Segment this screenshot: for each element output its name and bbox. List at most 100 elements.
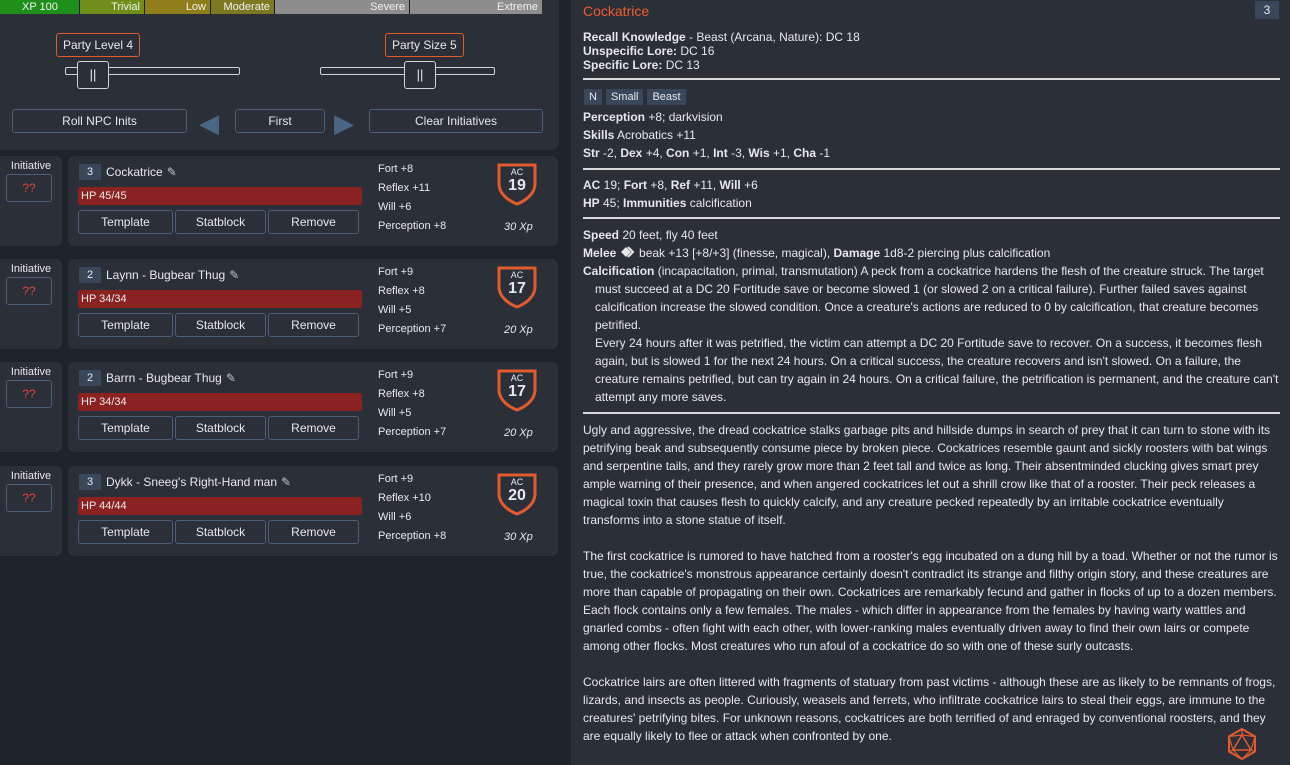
first-button[interactable]: First <box>235 109 325 133</box>
fort-save: Fort +9 <box>378 266 414 278</box>
encounter-column: XP 100 Trivial Low Moderate Severe Extre… <box>0 0 560 765</box>
statblock-title: Cockatrice <box>583 3 650 19</box>
action-icon <box>620 246 635 258</box>
will-save: Will +6 <box>378 201 412 213</box>
shield-icon: AC 19 <box>497 163 537 206</box>
combatant-name: Dykk - Sneeg's Right-Hand man ✎ <box>106 475 292 489</box>
arrow-left-icon[interactable]: ◀ <box>199 110 219 136</box>
combatant-name: Cockatrice ✎ <box>106 165 177 179</box>
extreme-segment: Extreme <box>410 0 542 14</box>
level-badge: 2 <box>79 370 101 386</box>
perception-skills-section: Perception +8; darkvision Skills Acrobat… <box>583 108 1283 162</box>
ac-value: 19 <box>508 177 526 194</box>
ac-value: 17 <box>508 280 526 297</box>
fort-save: Fort +9 <box>378 369 414 381</box>
hp-bar[interactable]: HP 34/34 <box>78 393 362 411</box>
statblock-button[interactable]: Statblock <box>175 520 266 544</box>
lore-paragraph: Ugly and aggressive, the dread cockatric… <box>583 423 1271 527</box>
fort-save: Fort +8 <box>378 163 414 175</box>
remove-button[interactable]: Remove <box>268 313 359 337</box>
trait-alignment: N <box>584 89 602 105</box>
reflex-save: Reflex +10 <box>378 492 431 504</box>
defense-section: AC 19; Fort +8, Ref +11, Will +6 HP 45; … <box>583 178 758 210</box>
xp-total-segment: XP 100 <box>0 0 80 14</box>
remove-button[interactable]: Remove <box>268 210 359 234</box>
trivial-segment: Trivial <box>80 0 145 14</box>
statblock-panel: Cockatrice 3 Recall Knowledge - Beast (A… <box>571 0 1290 765</box>
fort-save: Fort +9 <box>378 473 414 485</box>
statblock-button[interactable]: Statblock <box>175 313 266 337</box>
initiative-input[interactable]: ?? <box>6 174 52 202</box>
saves-list: Fort +9 Reflex +8 Will +5 Perception +7 <box>378 263 446 339</box>
hp-bar[interactable]: HP 34/34 <box>78 290 362 308</box>
template-button[interactable]: Template <box>78 210 173 234</box>
perception-stat: Perception +8 <box>378 220 447 232</box>
pencil-icon[interactable]: ✎ <box>281 475 291 489</box>
will-save: Will +6 <box>378 511 412 523</box>
ac-label: AC <box>511 167 524 177</box>
initiative-input[interactable]: ?? <box>6 277 52 305</box>
offense-section: Speed 20 feet, fly 40 feet Melee beak +1… <box>583 228 1279 404</box>
will-save: Will +5 <box>378 304 412 316</box>
statblock-button[interactable]: Statblock <box>175 416 266 440</box>
pencil-icon[interactable]: ✎ <box>226 371 236 385</box>
divider <box>583 412 1280 414</box>
party-size-label: Party Size 5 <box>385 33 464 57</box>
initiative-label: Initiative <box>10 470 52 482</box>
party-size-slider-handle[interactable]: || <box>404 61 436 89</box>
xp-value: 30 Xp <box>504 221 533 233</box>
initiative-panel: Initiative ?? <box>0 156 62 246</box>
initiative-input[interactable]: ?? <box>6 380 52 408</box>
pencil-icon[interactable]: ✎ <box>229 268 239 282</box>
ac-value: 17 <box>508 383 526 400</box>
roll-npc-inits-button[interactable]: Roll NPC Inits <box>12 109 187 133</box>
shield-icon: AC 17 <box>497 369 537 412</box>
initiative-label: Initiative <box>10 263 52 275</box>
divider <box>583 217 1280 219</box>
initiative-panel: Initiative ?? <box>0 466 62 556</box>
initiative-input[interactable]: ?? <box>6 484 52 512</box>
saves-list: Fort +8 Reflex +11 Will +6 Perception +8 <box>378 160 446 236</box>
divider <box>583 168 1280 170</box>
level-badge: 3 <box>79 164 101 180</box>
statblock-button[interactable]: Statblock <box>175 210 266 234</box>
saves-list: Fort +9 Reflex +8 Will +5 Perception +7 <box>378 366 446 442</box>
trait-size: Small <box>605 89 644 105</box>
clear-initiatives-button[interactable]: Clear Initiatives <box>369 109 543 133</box>
arrow-right-icon[interactable]: ▶ <box>334 110 354 136</box>
hp-bar[interactable]: HP 45/45 <box>78 187 362 205</box>
reflex-save: Reflex +8 <box>378 285 425 297</box>
remove-button[interactable]: Remove <box>268 416 359 440</box>
party-level-label: Party Level 4 <box>56 33 141 57</box>
shield-icon: AC 17 <box>497 266 537 309</box>
d20-icon[interactable] <box>1227 728 1257 760</box>
level-badge: 3 <box>79 474 101 490</box>
ability-scores: Str -2, Dex +4, Con +1, Int -3, Wis +1, … <box>583 146 831 160</box>
initiative-panel: Initiative ?? <box>0 362 62 452</box>
hp-bar[interactable]: HP 44/44 <box>78 497 362 515</box>
lore-paragraph: Cockatrice lairs are often littered with… <box>583 675 1276 743</box>
combatant-card: 2 Barrn - Bugbear Thug ✎ HP 34/34 Templat… <box>68 362 558 452</box>
template-button[interactable]: Template <box>78 313 173 337</box>
remove-button[interactable]: Remove <box>268 520 359 544</box>
level-badge: 2 <box>79 267 101 283</box>
will-save: Will +5 <box>378 407 412 419</box>
statblock-level-badge: 3 <box>1255 1 1279 19</box>
template-button[interactable]: Template <box>78 520 173 544</box>
template-button[interactable]: Template <box>78 416 173 440</box>
combatant-card: 2 Laynn - Bugbear Thug ✎ HP 34/34 Templat… <box>68 259 558 349</box>
perception-stat: Perception +7 <box>378 323 447 335</box>
initiative-panel: Initiative ?? <box>0 259 62 349</box>
combatant-card: 3 Cockatrice ✎ HP 45/45 Template Statbloc… <box>68 156 558 246</box>
pencil-icon[interactable]: ✎ <box>167 165 177 179</box>
combatant-name: Laynn - Bugbear Thug ✎ <box>106 268 240 282</box>
ac-label: AC <box>511 477 524 487</box>
divider <box>583 78 1280 80</box>
initiative-label: Initiative <box>10 160 52 172</box>
low-segment: Low <box>145 0 211 14</box>
ac-value: 20 <box>508 487 526 504</box>
combatant-card: 3 Dykk - Sneeg's Right-Hand man ✎ HP 44/4… <box>68 466 558 556</box>
xp-value: 20 Xp <box>504 427 533 439</box>
party-level-slider-handle[interactable]: || <box>77 61 109 89</box>
initiative-label: Initiative <box>10 366 52 378</box>
